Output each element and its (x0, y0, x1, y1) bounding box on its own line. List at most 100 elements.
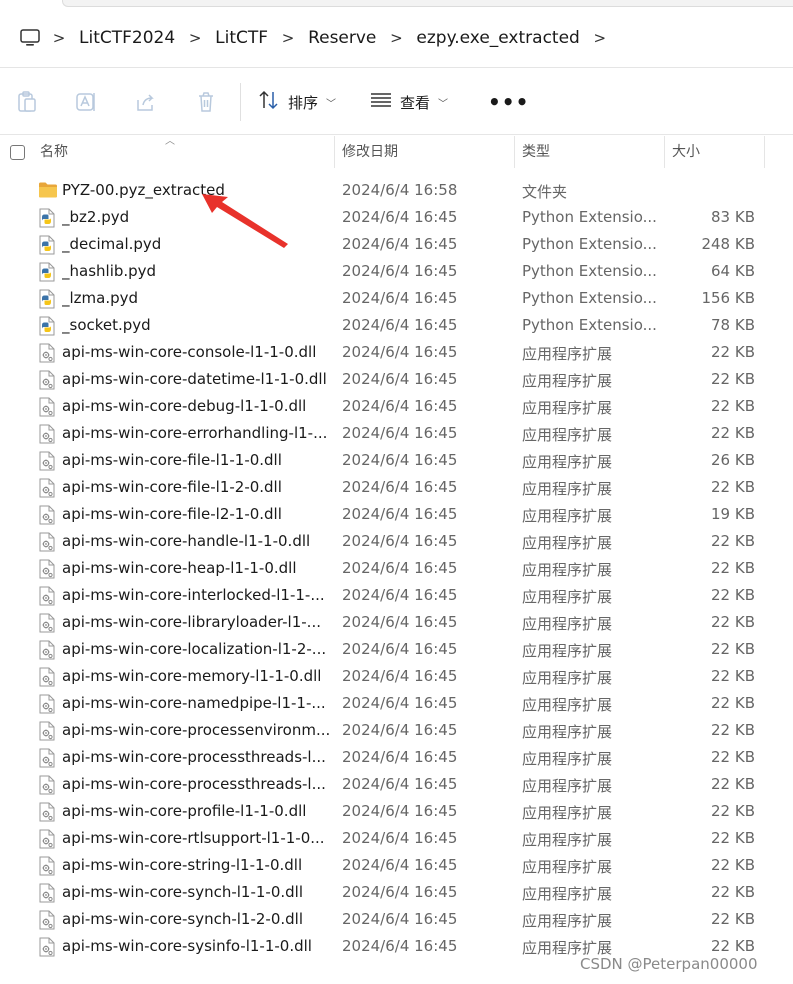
column-header: 名称 ︿ 修改日期 类型 大小 (0, 136, 793, 168)
file-type: 应用程序扩展 (522, 696, 613, 714)
breadcrumb-separator[interactable]: > (582, 29, 618, 47)
select-all-checkbox[interactable] (10, 145, 25, 160)
file-row[interactable]: api-ms-win-core-interlocked-l1-1-... 2024… (0, 582, 793, 609)
dll-file-icon (38, 775, 56, 795)
paste-icon[interactable] (16, 91, 38, 113)
file-name: _hashlib.pyd (62, 262, 157, 280)
column-size-label: 大小 (672, 144, 700, 160)
view-button[interactable]: 查看 ﹀ (370, 87, 448, 117)
file-row[interactable]: api-ms-win-core-synch-l1-2-0.dll 2024/6/4… (0, 906, 793, 933)
file-row[interactable]: api-ms-win-core-localization-l1-2-... 202… (0, 636, 793, 663)
file-size: 156 KB (701, 289, 755, 307)
python-file-icon (38, 208, 56, 228)
file-row[interactable]: PYZ-00.pyz_extracted 2024/6/4 16:58 文件夹 (0, 177, 793, 204)
file-name: api-ms-win-core-synch-l1-2-0.dll (62, 910, 304, 928)
file-date: 2024/6/4 16:45 (342, 910, 458, 928)
file-date: 2024/6/4 16:58 (342, 181, 458, 199)
file-date: 2024/6/4 16:45 (342, 829, 458, 847)
breadcrumb-item[interactable]: LitCTF (213, 28, 270, 48)
file-row[interactable]: api-ms-win-core-string-l1-1-0.dll 2024/6/… (0, 852, 793, 879)
breadcrumb-item[interactable]: LitCTF2024 (77, 28, 177, 48)
breadcrumb-separator[interactable]: > (270, 29, 306, 47)
file-row[interactable]: api-ms-win-core-errorhandling-l1-... 2024… (0, 420, 793, 447)
share-icon[interactable] (135, 91, 157, 113)
file-type: Python Extensio... (522, 262, 657, 280)
column-type[interactable]: 类型 (515, 136, 665, 168)
dll-file-icon (38, 640, 56, 660)
file-type: 应用程序扩展 (522, 777, 613, 795)
more-options-button[interactable]: ••• (488, 92, 529, 112)
file-size: 26 KB (711, 451, 755, 469)
file-size: 22 KB (711, 640, 755, 658)
file-size: 78 KB (711, 316, 755, 334)
file-size: 83 KB (711, 208, 755, 226)
file-row[interactable]: api-ms-win-core-namedpipe-l1-1-... 2024/6… (0, 690, 793, 717)
file-size: 22 KB (711, 343, 755, 361)
file-row[interactable]: api-ms-win-core-datetime-l1-1-0.dll 2024/… (0, 366, 793, 393)
this-pc-icon[interactable] (19, 27, 41, 49)
file-size: 22 KB (711, 559, 755, 577)
file-type: 应用程序扩展 (522, 885, 613, 903)
file-row[interactable]: api-ms-win-core-processenvironm... 2024/6… (0, 717, 793, 744)
breadcrumb-separator[interactable]: > (177, 29, 213, 47)
file-type: 应用程序扩展 (522, 615, 613, 633)
file-date: 2024/6/4 16:45 (342, 559, 458, 577)
file-row[interactable]: api-ms-win-core-file-l2-1-0.dll 2024/6/4 … (0, 501, 793, 528)
sort-button[interactable]: 排序 ﹀ (258, 87, 336, 117)
address-bar[interactable]: > LitCTF2024 > LitCTF > Reserve > ezpy.e… (0, 8, 793, 68)
breadcrumb-separator[interactable]: > (378, 29, 414, 47)
file-row[interactable]: api-ms-win-core-heap-l1-1-0.dll 2024/6/4 … (0, 555, 793, 582)
file-name: api-ms-win-core-processenvironm... (62, 721, 330, 739)
window-top-strip (0, 0, 793, 8)
file-row[interactable]: api-ms-win-core-handle-l1-1-0.dll 2024/6/… (0, 528, 793, 555)
file-row[interactable]: api-ms-win-core-memory-l1-1-0.dll 2024/6/… (0, 663, 793, 690)
column-size[interactable]: 大小 (665, 136, 765, 168)
file-row[interactable]: _lzma.pyd 2024/6/4 16:45 Python Extensio..… (0, 285, 793, 312)
file-row[interactable]: _decimal.pyd 2024/6/4 16:45 Python Extensi… (0, 231, 793, 258)
file-row[interactable]: _bz2.pyd 2024/6/4 16:45 Python Extensio...… (0, 204, 793, 231)
file-date: 2024/6/4 16:45 (342, 802, 458, 820)
file-row[interactable]: api-ms-win-core-libraryloader-l1-... 2024… (0, 609, 793, 636)
file-row[interactable]: api-ms-win-core-rtlsupport-l1-1-0... 2024… (0, 825, 793, 852)
file-row[interactable]: api-ms-win-core-debug-l1-1-0.dll 2024/6/4… (0, 393, 793, 420)
file-date: 2024/6/4 16:45 (342, 316, 458, 334)
file-name: api-ms-win-core-localization-l1-2-... (62, 640, 327, 658)
file-size: 22 KB (711, 721, 755, 739)
tab-edge (62, 0, 793, 7)
delete-icon[interactable] (195, 91, 217, 113)
file-row[interactable]: api-ms-win-core-processthreads-l... 2024/… (0, 744, 793, 771)
file-date: 2024/6/4 16:45 (342, 532, 458, 550)
file-row[interactable]: api-ms-win-core-file-l1-1-0.dll 2024/6/4 … (0, 447, 793, 474)
file-name: api-ms-win-core-processthreads-l... (62, 748, 326, 766)
file-name: api-ms-win-core-file-l2-1-0.dll (62, 505, 282, 523)
dll-file-icon (38, 613, 56, 633)
file-size: 22 KB (711, 667, 755, 685)
file-row[interactable]: api-ms-win-core-synch-l1-1-0.dll 2024/6/4… (0, 879, 793, 906)
file-date: 2024/6/4 16:45 (342, 451, 458, 469)
file-row[interactable]: api-ms-win-core-console-l1-1-0.dll 2024/6… (0, 339, 793, 366)
file-size: 22 KB (711, 613, 755, 631)
rename-icon[interactable] (75, 91, 97, 113)
file-size: 22 KB (711, 775, 755, 793)
dll-file-icon (38, 397, 56, 417)
file-date: 2024/6/4 16:45 (342, 586, 458, 604)
file-name: api-ms-win-core-string-l1-1-0.dll (62, 856, 303, 874)
file-row[interactable]: _hashlib.pyd 2024/6/4 16:45 Python Extensi… (0, 258, 793, 285)
file-row[interactable]: _socket.pyd 2024/6/4 16:45 Python Extensio… (0, 312, 793, 339)
sort-icon (258, 90, 280, 114)
column-date[interactable]: 修改日期 (335, 136, 515, 168)
file-size: 22 KB (711, 424, 755, 442)
file-row[interactable]: api-ms-win-core-file-l1-2-0.dll 2024/6/4 … (0, 474, 793, 501)
file-date: 2024/6/4 16:45 (342, 235, 458, 253)
breadcrumb-item[interactable]: ezpy.exe_extracted (414, 28, 581, 48)
breadcrumb-separator[interactable]: > (41, 29, 77, 47)
file-name: api-ms-win-core-file-l1-1-0.dll (62, 451, 282, 469)
file-row[interactable]: api-ms-win-core-profile-l1-1-0.dll 2024/6… (0, 798, 793, 825)
file-row[interactable]: api-ms-win-core-processthreads-l... 2024/… (0, 771, 793, 798)
breadcrumb-item[interactable]: Reserve (306, 28, 378, 48)
file-type: 应用程序扩展 (522, 642, 613, 660)
file-date: 2024/6/4 16:45 (342, 289, 458, 307)
column-name[interactable]: 名称 (33, 136, 335, 168)
view-label: 查看 (400, 93, 431, 112)
file-type: 应用程序扩展 (522, 858, 613, 876)
